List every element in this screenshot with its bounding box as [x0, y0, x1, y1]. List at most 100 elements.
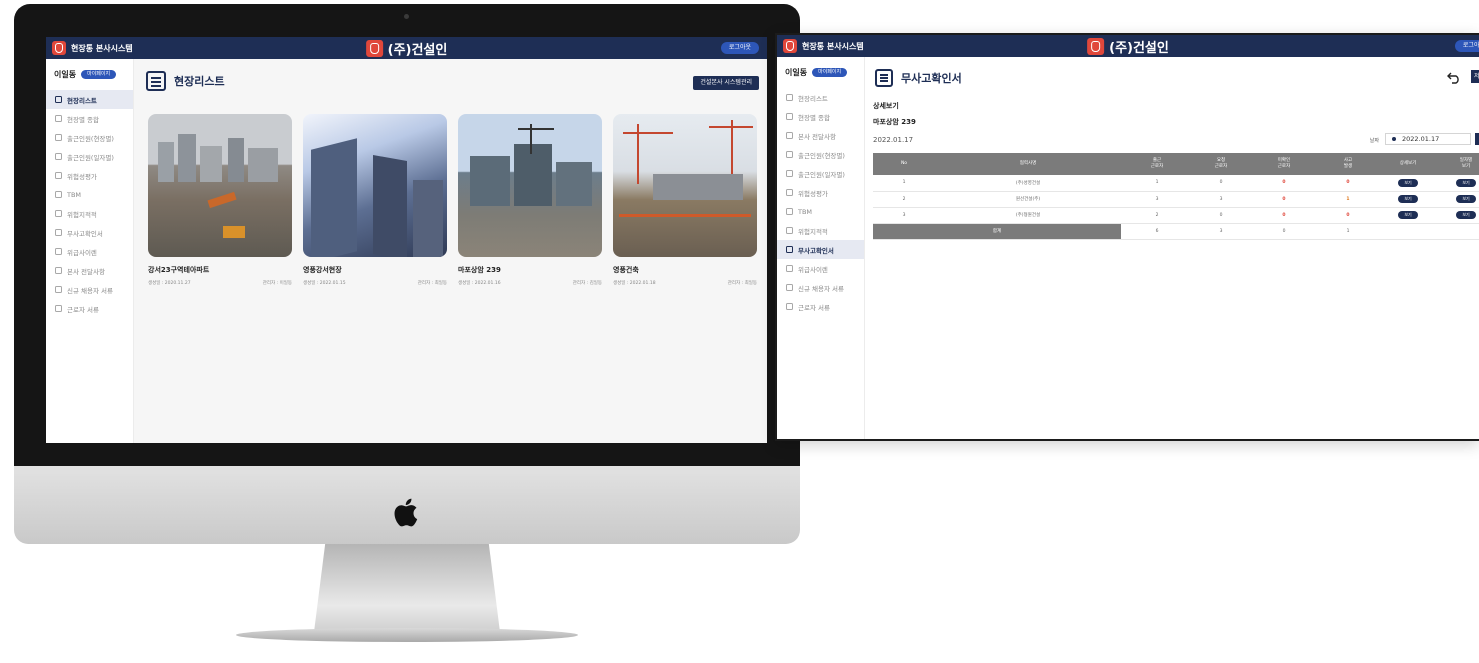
- back-arrow-icon[interactable]: [1447, 70, 1461, 84]
- view-detail-button[interactable]: 보기: [1398, 211, 1418, 219]
- sidebar-item-site-summary[interactable]: 현장별 종합: [777, 107, 864, 126]
- site-photo: [613, 114, 757, 257]
- app-body: 이일동 마이페이지 현장리스트 현장별 종합 본사 전달사항 출근인원(현장별)…: [777, 57, 1479, 439]
- cell-company: 원선건설(주): [935, 191, 1121, 208]
- mypage-button[interactable]: 마이페이지: [812, 68, 848, 77]
- system-name: 현장통 본사시스템: [71, 43, 133, 53]
- sidebar-item-label: 근로자 서류: [67, 305, 99, 314]
- mockup-stage: 현장통 본사시스템 (주)건설인 로그아웃 이일동 마이페이지 현장리스트 현장…: [0, 0, 1479, 663]
- company-logo-icon: [365, 39, 383, 57]
- sidebar-item-hazard-report[interactable]: 위험지적적: [777, 221, 864, 240]
- sidebar-item-worker-docs[interactable]: 근로자 서류: [46, 299, 133, 318]
- company-logo: (주)건설인: [1087, 37, 1169, 56]
- logout-button[interactable]: 로그아웃: [1454, 40, 1479, 52]
- system-admin-button[interactable]: 건설본사 시스템관리: [693, 76, 759, 90]
- site-card[interactable]: 강서23구역테아파트 생성일 : 2020.11.27 관리자 : 이일동: [148, 114, 292, 286]
- cell-no: 2: [873, 191, 935, 208]
- date-picker[interactable]: 2022.01.17: [1385, 133, 1471, 145]
- sidebar-item-label: 위험성평가: [798, 189, 828, 198]
- brand[interactable]: 현장통 본사시스템: [783, 39, 864, 53]
- sidebar-item-worker-docs[interactable]: 근로자 서류: [777, 297, 864, 316]
- company-name: (주)건설인: [387, 42, 448, 58]
- file-icon: [786, 284, 793, 291]
- cell-accident: 1: [1319, 191, 1377, 208]
- cell-request: 3: [1193, 191, 1249, 208]
- megaphone-icon: [55, 267, 62, 274]
- sidebar-item-hq-notice[interactable]: 본사 전달사항: [777, 126, 864, 145]
- sidebar-item-risk-assessment[interactable]: 위험성평가: [777, 183, 864, 202]
- sidebar-item-site-summary[interactable]: 현장별 종합: [46, 109, 133, 128]
- site-card[interactable]: 영풍건축 생성일 : 2022.01.18 관리자 : 최일동: [613, 114, 757, 286]
- sidebar-item-new-hire-docs[interactable]: 신규 채용자 서류: [46, 280, 133, 299]
- view-detail-button[interactable]: 보기: [1398, 178, 1418, 187]
- page-header: 현장리스트: [146, 71, 225, 91]
- sidebar-item-hazard-report[interactable]: 위험지적적: [46, 204, 133, 223]
- cell-attend: 3: [1121, 191, 1193, 208]
- sidebar-item-label: 현장리스트: [798, 94, 828, 103]
- col-header: 미확인 근로자: [1249, 153, 1319, 175]
- sidebar-item-label: 출근인원(일자별): [67, 153, 114, 162]
- sidebar-item-no-accident[interactable]: 무사고확인서: [46, 223, 133, 242]
- site-card-list: 강서23구역테아파트 생성일 : 2020.11.27 관리자 : 이일동 영풍…: [148, 114, 757, 286]
- cell-company: (주)성영건설: [935, 175, 1121, 192]
- total-empty: [1439, 223, 1479, 240]
- site-card[interactable]: 마포상암 239 생성일 : 2022.01.16 관리자 : 김일동: [458, 114, 602, 286]
- search-button[interactable]: [1475, 133, 1479, 145]
- sidebar-item-label: 위급사이렌: [67, 248, 97, 257]
- list-icon: [786, 94, 793, 101]
- sidebar-item-emergency-siren[interactable]: 위급사이렌: [46, 242, 133, 261]
- cell-daily: 보기: [1439, 191, 1479, 208]
- sidebar-item-tbm[interactable]: TBM: [777, 202, 864, 221]
- meeting-icon: [786, 208, 793, 215]
- site-card[interactable]: 영풍강서현장 생성일 : 2022.01.15 관리자 : 최일동: [303, 114, 447, 286]
- user-name: 이일동: [785, 68, 808, 77]
- sidebar-item-label: 신규 채용자 서류: [67, 286, 113, 295]
- sidebar-item-attendance-by-date[interactable]: 출근인원(일자별): [777, 164, 864, 183]
- view-daily-button[interactable]: 보기: [1456, 211, 1476, 219]
- save-button[interactable]: 저장: [1471, 70, 1479, 83]
- logout-button[interactable]: 로그아웃: [720, 42, 759, 54]
- sidebar-item-attendance-by-site[interactable]: 출근인원(현장별): [777, 145, 864, 164]
- folder-icon: [55, 305, 62, 312]
- total-empty: [1377, 223, 1439, 240]
- brand[interactable]: 현장통 본사시스템: [52, 41, 133, 55]
- date-label: 날짜: [1369, 138, 1379, 144]
- site-name: 마포상암 239: [873, 118, 916, 126]
- sidebar-item-risk-assessment[interactable]: 위험성평가: [46, 166, 133, 185]
- company-logo-icon: [1087, 37, 1105, 55]
- cell-accident: 0: [1319, 175, 1377, 192]
- sidebar-item-tbm[interactable]: TBM: [46, 185, 133, 204]
- document-icon: [55, 229, 62, 236]
- file-icon: [55, 286, 62, 293]
- view-daily-button[interactable]: 보기: [1456, 178, 1476, 187]
- sidebar-item-site-list[interactable]: 현장리스트: [46, 90, 133, 109]
- page-title: 현장리스트: [174, 75, 225, 88]
- cell-daily: 보기: [1439, 175, 1479, 192]
- sidebar-item-site-list[interactable]: 현장리스트: [777, 88, 864, 107]
- col-header: No: [873, 153, 935, 175]
- sidebar-item-attendance-by-date[interactable]: 출근인원(일자별): [46, 147, 133, 166]
- system-name: 현장통 본사시스템: [802, 41, 864, 51]
- view-daily-button[interactable]: 보기: [1456, 195, 1476, 203]
- no-accident-table: No 협력사명 출근 근로자 요청 근로자 미확인 근로자 사고 발생 상세보기…: [873, 153, 1479, 240]
- site-meta: 생성일 : 2020.11.27 관리자 : 이일동: [148, 280, 292, 286]
- mypage-button[interactable]: 마이페이지: [81, 70, 117, 79]
- sidebar-item-hq-notice[interactable]: 본사 전달사항: [46, 261, 133, 280]
- sidebar-item-label: 위험지적적: [798, 227, 828, 236]
- cell-company: (주)형원건설: [935, 207, 1121, 224]
- site-created-date: 생성일 : 2022.01.16: [458, 281, 501, 286]
- cell-request: 0: [1193, 175, 1249, 192]
- sidebar-item-label: 본사 전달사항: [67, 267, 105, 276]
- cell-daily: 보기: [1439, 207, 1479, 224]
- site-name: 마포상암 239: [458, 266, 501, 274]
- table-total-row: 합계 6 3 0 1: [873, 223, 1479, 240]
- sidebar-item-emergency-siren[interactable]: 위급사이렌: [777, 259, 864, 278]
- view-detail-button[interactable]: 보기: [1398, 195, 1418, 203]
- site-name: 영풍건축: [613, 266, 639, 274]
- person-icon: [786, 170, 793, 177]
- sidebar-item-no-accident[interactable]: 무사고확인서: [777, 240, 864, 259]
- building-icon: [786, 113, 793, 120]
- document-icon: [786, 246, 793, 253]
- sidebar-item-attendance-by-site[interactable]: 출근인원(현장별): [46, 128, 133, 147]
- sidebar-item-new-hire-docs[interactable]: 신규 채용자 서류: [777, 278, 864, 297]
